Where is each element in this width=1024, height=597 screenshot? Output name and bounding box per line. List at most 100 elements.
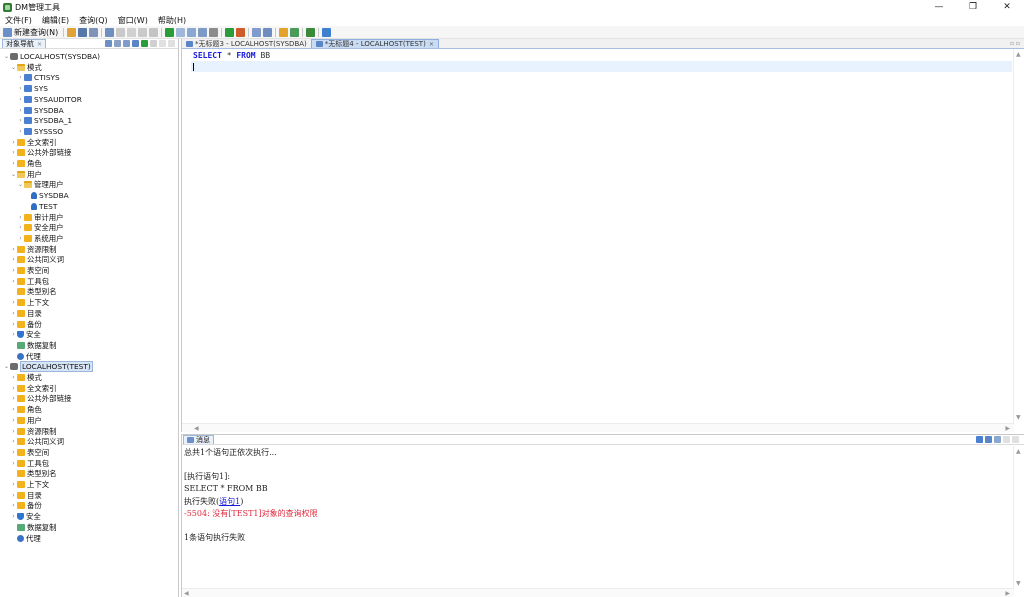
chevron-right-icon[interactable]: › — [10, 299, 17, 306]
tree-node[interactable]: › 目录 — [10, 308, 42, 319]
scroll-up-icon[interactable]: ▲ — [1016, 51, 1021, 58]
chevron-right-icon[interactable]: › — [17, 235, 24, 242]
chevron-right-icon[interactable]: › — [10, 278, 17, 285]
chevron-right-icon[interactable]: › — [17, 224, 24, 231]
menu-help[interactable]: 帮助(H) — [153, 15, 191, 26]
tree-node[interactable]: › 安全用户 — [17, 222, 63, 233]
tree-node[interactable]: › 全文索引 — [10, 137, 56, 148]
tree-node[interactable]: › SYS — [17, 83, 48, 94]
chevron-right-icon[interactable]: › — [17, 214, 24, 221]
open-icon[interactable] — [67, 27, 77, 37]
tree-node[interactable]: 代理 — [10, 351, 41, 362]
tree-node[interactable]: SYSDBA — [24, 190, 69, 201]
chevron-right-icon[interactable]: › — [10, 149, 17, 156]
rollback-icon[interactable] — [236, 27, 246, 37]
maximize-view-icon[interactable] — [168, 40, 175, 47]
messages-horizontal-scrollbar[interactable]: ◀ ▶ — [182, 588, 1014, 597]
chevron-right-icon[interactable]: › — [10, 449, 17, 456]
chevron-right-icon[interactable]: › — [10, 246, 17, 253]
tree-node[interactable]: TEST — [24, 201, 57, 212]
tree-node[interactable]: › SYSSSO — [17, 126, 63, 137]
tree-node[interactable]: ⌄ 用户 — [10, 169, 42, 180]
tree-node[interactable]: › 目录 — [10, 490, 42, 501]
chevron-right-icon[interactable]: › — [10, 321, 17, 328]
messages-vertical-scrollbar[interactable]: ▲ ▼ — [1013, 446, 1024, 597]
redo-icon[interactable] — [116, 27, 126, 37]
menu-file[interactable]: 文件(F) — [0, 15, 37, 26]
run-explain-icon[interactable] — [176, 27, 186, 37]
commit-icon[interactable] — [225, 27, 235, 37]
editor-horizontal-scrollbar[interactable]: ◀ ▶ — [182, 423, 1014, 432]
chevron-right-icon[interactable]: › — [17, 85, 24, 92]
chevron-right-icon[interactable]: › — [10, 385, 17, 392]
chevron-right-icon[interactable]: › — [17, 74, 24, 81]
tree-node[interactable]: › 公共外部链接 — [10, 393, 71, 404]
chevron-right-icon[interactable]: › — [10, 481, 17, 488]
chevron-right-icon[interactable]: › — [10, 139, 17, 146]
tree-node[interactable]: › SYSAUDITOR — [17, 94, 82, 105]
chevron-right-icon[interactable]: › — [10, 428, 17, 435]
tree-node[interactable]: 代理 — [10, 533, 41, 544]
tree-node[interactable]: › 资源限制 — [10, 244, 56, 255]
maximize-view-icon[interactable] — [1012, 436, 1019, 443]
chevron-right-icon[interactable]: › — [10, 460, 17, 467]
tree-node[interactable]: › 公共同义词 — [10, 254, 64, 265]
chevron-down-icon[interactable]: ⌄ — [17, 181, 24, 188]
tree-node[interactable]: › 安全 — [10, 329, 41, 340]
chevron-right-icon[interactable]: › — [17, 107, 24, 114]
chevron-right-icon[interactable]: › — [10, 406, 17, 413]
tree-node[interactable]: ⌄ 管理用户 — [17, 179, 64, 190]
tab-untitled-4[interactable]: *无标题4 - LOCALHOST(TEST) ✕ — [310, 39, 439, 48]
tree-node[interactable]: › 上下文 — [10, 479, 49, 490]
tree-node[interactable]: › 资源限制 — [10, 426, 56, 437]
tree-node[interactable]: 数据复制 — [10, 522, 57, 533]
close-button[interactable]: ✕ — [990, 0, 1024, 14]
tree-node[interactable]: 数据复制 — [10, 340, 57, 351]
tree-node[interactable]: 类型别名 — [10, 286, 57, 297]
navigate-icon[interactable] — [322, 27, 332, 37]
scroll-down-icon[interactable]: ▼ — [1016, 414, 1021, 421]
chevron-down-icon[interactable]: ⌄ — [10, 64, 17, 71]
scroll-right-icon[interactable]: ▶ — [1005, 590, 1010, 597]
export-icon[interactable] — [976, 436, 983, 443]
tab-object-navigator[interactable]: 对象导航 ✕ — [2, 39, 47, 48]
tree-node[interactable]: ⌄ LOCALHOST(TEST) — [3, 361, 93, 373]
tree-node[interactable]: › 用户 — [10, 415, 42, 426]
step-icon[interactable] — [290, 27, 300, 37]
close-icon[interactable]: ✕ — [429, 41, 434, 48]
dropdown-icon[interactable] — [985, 436, 992, 443]
minimize-view-icon[interactable] — [1003, 436, 1010, 443]
tree-node[interactable]: › 表空间 — [10, 265, 49, 276]
menu-edit[interactable]: 编辑(E) — [37, 15, 74, 26]
tree-node[interactable]: › 公共外部链接 — [10, 147, 71, 158]
tree-node[interactable]: › 公共同义词 — [10, 436, 64, 447]
tree-node[interactable]: › 备份 — [10, 319, 42, 330]
tab-untitled-3[interactable]: *无标题3 - LOCALHOST(SYSDBA) — [182, 39, 311, 48]
tree-node[interactable]: › 系统用户 — [17, 233, 63, 244]
statement-link[interactable]: 语句1 — [219, 497, 240, 506]
run-step-icon[interactable] — [187, 27, 197, 37]
tree-node[interactable]: › 上下文 — [10, 297, 49, 308]
scroll-right-icon[interactable]: ▶ — [1005, 425, 1010, 432]
tree-node[interactable]: › 安全 — [10, 511, 41, 522]
editor-view-controls[interactable]: ▫ ▫ — [1010, 40, 1024, 47]
chevron-down-icon[interactable]: ⌄ — [10, 171, 17, 178]
chevron-right-icon[interactable]: › — [17, 96, 24, 103]
chevron-right-icon[interactable]: › — [10, 492, 17, 499]
clear-icon[interactable] — [994, 436, 1001, 443]
chevron-right-icon[interactable]: › — [10, 374, 17, 381]
tree-node[interactable]: › 角色 — [10, 404, 42, 415]
chevron-down-icon[interactable]: ⌄ — [3, 363, 10, 370]
chevron-right-icon[interactable]: › — [10, 160, 17, 167]
chevron-right-icon[interactable]: › — [10, 417, 17, 424]
disconnect-icon[interactable] — [114, 40, 121, 47]
tree-node[interactable]: › SYSDBA_1 — [17, 115, 72, 126]
chevron-right-icon[interactable]: › — [10, 267, 17, 274]
run-icon[interactable] — [165, 27, 175, 37]
scroll-down-icon[interactable]: ▼ — [1016, 580, 1021, 587]
history-icon[interactable] — [263, 27, 273, 37]
format-icon[interactable] — [252, 27, 262, 37]
tree-node[interactable]: › 备份 — [10, 500, 42, 511]
editor-vertical-scrollbar[interactable]: ▲ ▼ — [1013, 49, 1024, 423]
chevron-right-icon[interactable]: › — [10, 331, 17, 338]
